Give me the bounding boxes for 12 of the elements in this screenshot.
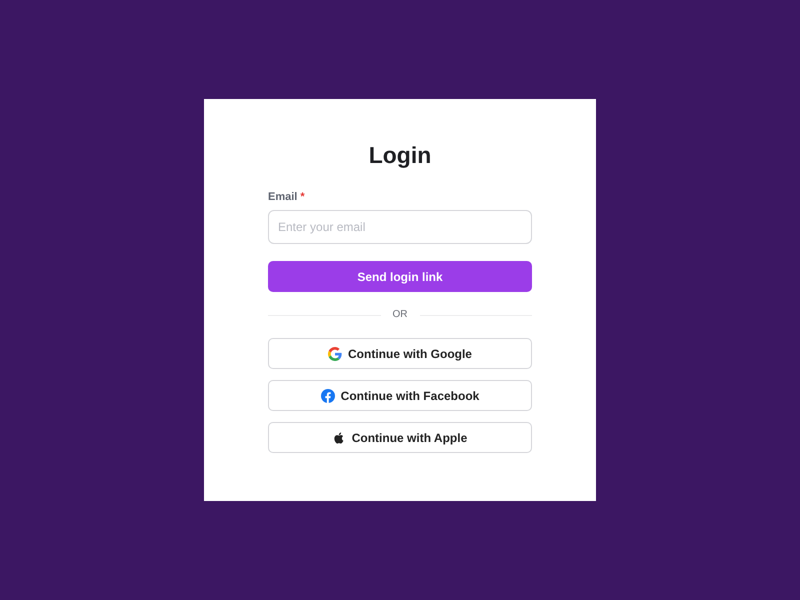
social-login-button[interactable]: Continue with Facebook xyxy=(268,380,532,411)
social-login-button[interactable]: Continue with Google xyxy=(268,338,532,369)
email-label: Email xyxy=(268,191,298,203)
login-title: Login xyxy=(368,141,432,170)
social-login-button[interactable]: Continue with Apple xyxy=(268,422,532,453)
send-login-link-button[interactable]: Send login link xyxy=(268,261,532,292)
facebook-icon xyxy=(320,388,335,402)
apple-icon xyxy=(332,430,346,444)
google-icon xyxy=(328,346,342,360)
required-asterisk: * xyxy=(300,191,305,203)
email-input[interactable]: Enter your email xyxy=(268,210,532,244)
or-divider-text: OR xyxy=(392,309,408,321)
